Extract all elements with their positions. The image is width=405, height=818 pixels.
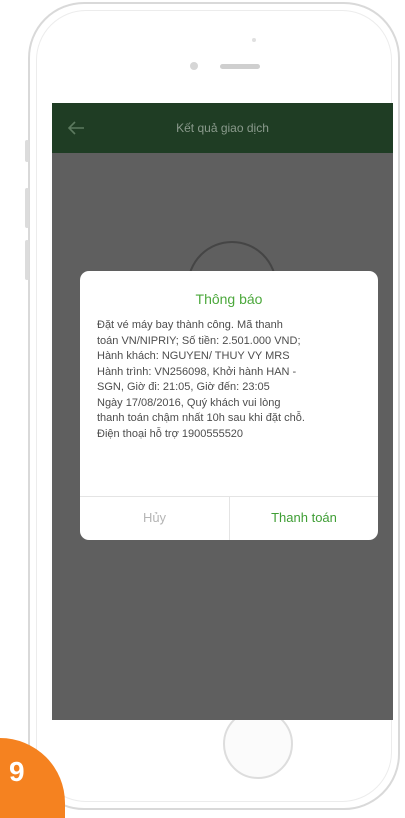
dialog-title: Thông báo bbox=[195, 291, 263, 307]
dialog-message-line: Đặt vé máy bay thành công. Mã thanh bbox=[97, 319, 283, 331]
dialog-message-line: Hành khách: NGUYEN/ THUY VY MRS bbox=[97, 350, 290, 362]
step-number: 9 bbox=[9, 756, 25, 787]
sensor-dot bbox=[252, 38, 256, 42]
dialog-message-line: Hành trình: VN256098, Khởi hành HAN - bbox=[97, 365, 297, 378]
screen-title: Kết quả giao dịch bbox=[176, 121, 269, 135]
notification-dialog: Thông báo Đặt vé máy bay thành công. Mã … bbox=[80, 271, 378, 540]
earpiece-speaker bbox=[220, 64, 260, 69]
front-camera bbox=[190, 62, 198, 70]
dialog-message-line: toán VN/NIPRIY; Số tiền: 2.501.000 VND; bbox=[97, 334, 301, 347]
volume-up-button bbox=[25, 188, 29, 228]
side-button-left bbox=[25, 140, 29, 162]
dialog-message-line: thanh toán chậm nhất 10h sau khi đặt chỗ… bbox=[97, 412, 305, 424]
volume-down-button bbox=[25, 240, 29, 280]
cancel-button[interactable]: Hủy bbox=[80, 497, 230, 540]
dialog-message: Đặt vé máy bay thành công. Mã thanh toán… bbox=[97, 318, 369, 442]
dialog-message-line: Điện thoại hỗ trợ 1900555520 bbox=[97, 427, 244, 440]
dialog-message-line: SGN, Giờ đi: 21:05, Giờ đến: 23:05 bbox=[97, 381, 270, 393]
pay-button[interactable]: Thanh toán bbox=[230, 497, 378, 540]
app-header: Kết quả giao dịch bbox=[52, 103, 393, 153]
dialog-actions: Hủy Thanh toán bbox=[80, 496, 378, 540]
dialog-message-line: Ngày 17/08/2016, Quý khách vui lòng bbox=[97, 396, 281, 409]
